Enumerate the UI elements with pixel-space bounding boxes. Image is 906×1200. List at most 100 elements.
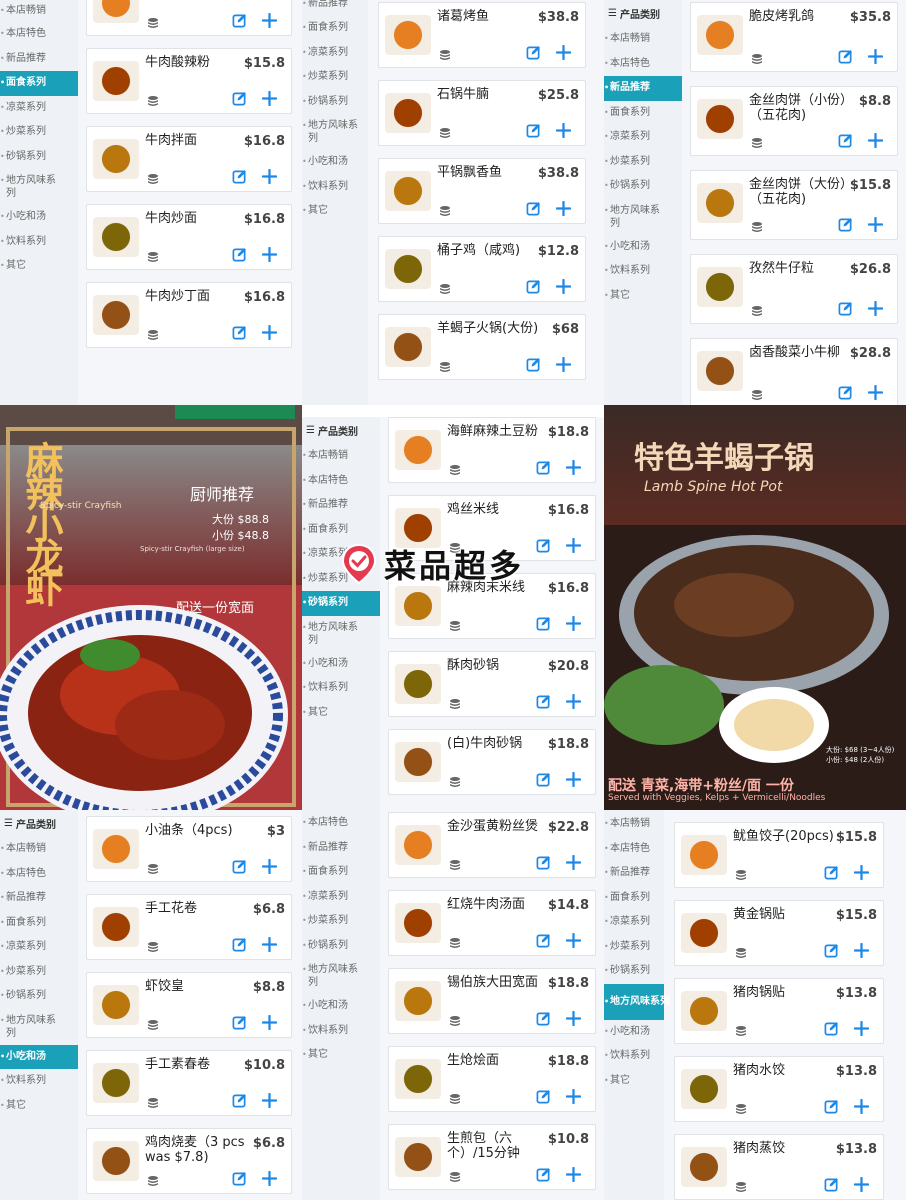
dish-card[interactable]: 牛肉炒面 $16.8 (86, 204, 292, 270)
dish-card[interactable]: 小油条（4pcs) $3 (86, 816, 292, 882)
category-item[interactable]: 饮料系列 (604, 259, 682, 284)
category-item[interactable]: 本店畅销 (302, 444, 380, 469)
edit-icon[interactable] (536, 1011, 551, 1026)
dish-card[interactable]: 猪肉锅贴 $13.8 (674, 978, 884, 1044)
edit-icon[interactable] (232, 325, 247, 340)
category-item[interactable]: 其它 (302, 701, 380, 726)
category-item[interactable]: 炒菜系列 (604, 150, 682, 175)
category-item[interactable]: 炒菜系列 (0, 120, 78, 145)
dish-card[interactable]: 手工花卷 $6.8 (86, 894, 292, 960)
dish-card[interactable]: 猪肉蒸饺 $13.8 (674, 1134, 884, 1200)
category-item[interactable]: 地方风味系列 (0, 1009, 64, 1045)
edit-icon[interactable] (232, 169, 247, 184)
category-item[interactable]: 其它 (0, 254, 78, 279)
dish-card[interactable]: 桶子鸡（咸鸡) $12.8 (378, 236, 586, 302)
category-item[interactable]: 地方风味系列 (302, 958, 366, 994)
category-item[interactable]: 面食系列 (604, 101, 682, 126)
dish-card[interactable]: 诸葛烤鱼 $38.8 (378, 2, 586, 68)
category-item[interactable]: 小吃和汤 (0, 205, 78, 230)
add-icon[interactable] (566, 855, 581, 870)
add-icon[interactable] (868, 385, 883, 400)
dish-card[interactable]: 红烧牛肉汤面 $14.8 (388, 890, 596, 956)
dish-card[interactable]: 虾饺皇 $8.8 (86, 972, 292, 1038)
category-item[interactable]: 炒菜系列 (302, 909, 380, 934)
category-item[interactable]: 面食系列 (302, 16, 368, 41)
edit-icon[interactable] (536, 460, 551, 475)
edit-icon[interactable] (526, 45, 541, 60)
dish-card[interactable]: (白)牛肉砂锅 $18.8 (388, 729, 596, 795)
add-icon[interactable] (556, 201, 571, 216)
edit-icon[interactable] (536, 694, 551, 709)
category-item[interactable]: 本店特色 (302, 811, 380, 836)
edit-icon[interactable] (536, 855, 551, 870)
dish-card[interactable]: 手工素春卷 $10.8 (86, 1050, 292, 1116)
category-item[interactable]: 砂锅系列 (0, 984, 78, 1009)
category-item[interactable]: 本店特色 (604, 52, 682, 77)
category-item[interactable]: 地方风味系列 (302, 114, 360, 150)
add-icon[interactable] (868, 49, 883, 64)
edit-icon[interactable] (824, 1177, 839, 1192)
category-item[interactable]: 其它 (604, 1069, 664, 1094)
dish-card[interactable]: 羊蝎子火锅(大份) $68 (378, 314, 586, 380)
category-item[interactable]: 新品推荐 (0, 47, 78, 72)
add-icon[interactable] (556, 279, 571, 294)
edit-icon[interactable] (232, 859, 247, 874)
add-icon[interactable] (868, 217, 883, 232)
category-item[interactable]: 饮料系列 (604, 1044, 664, 1069)
dish-card[interactable]: 脆皮烤乳鸽 $35.8 (690, 2, 898, 72)
category-item[interactable]: 砂锅系列 (302, 90, 368, 115)
category-item[interactable]: 小吃和汤 (302, 652, 380, 677)
category-item[interactable]: 小吃和汤 (302, 994, 380, 1019)
edit-icon[interactable] (536, 538, 551, 553)
dish-card[interactable]: 金丝肉饼（大份）（五花肉) $15.8 (690, 170, 898, 240)
edit-icon[interactable] (526, 201, 541, 216)
category-item-active[interactable]: 小吃和汤 (0, 1044, 78, 1069)
add-icon[interactable] (566, 772, 581, 787)
category-item[interactable]: 本店特色 (302, 469, 380, 494)
category-item[interactable]: 砂锅系列 (0, 145, 78, 170)
add-icon[interactable] (566, 616, 581, 631)
add-icon[interactable] (854, 865, 869, 880)
edit-icon[interactable] (232, 1093, 247, 1108)
dish-card[interactable]: 牛肉酸辣粉 $15.8 (86, 48, 292, 114)
category-item[interactable]: 凉菜系列 (302, 41, 368, 66)
category-item[interactable]: 本店畅销 (604, 27, 682, 52)
dish-card[interactable]: 酥肉砂锅 $20.8 (388, 651, 596, 717)
dish-card[interactable]: 生炝烩面 $18.8 (388, 1046, 596, 1112)
edit-icon[interactable] (838, 217, 853, 232)
category-item[interactable]: 砂锅系列 (604, 174, 682, 199)
edit-icon[interactable] (232, 1171, 247, 1186)
add-icon[interactable] (262, 859, 277, 874)
dish-card[interactable]: 红油牛肉面$15.8 (86, 0, 292, 36)
edit-icon[interactable] (536, 1089, 551, 1104)
edit-icon[interactable] (824, 1021, 839, 1036)
dish-card[interactable]: 鸡肉烧麦（3 pcs was $7.8) $6.8 (86, 1128, 292, 1194)
category-item[interactable]: 新品推荐 (302, 0, 368, 16)
category-item[interactable]: 凉菜系列 (0, 935, 78, 960)
edit-icon[interactable] (824, 943, 839, 958)
category-item[interactable]: 饮料系列 (302, 1019, 380, 1044)
category-item[interactable]: 凉菜系列 (302, 885, 380, 910)
category-item[interactable]: 砂锅系列 (302, 934, 380, 959)
dish-card[interactable]: 海鲜麻辣土豆粉 $18.8 (388, 417, 596, 483)
category-item[interactable]: 饮料系列 (0, 230, 78, 255)
dish-card[interactable]: 金沙蛋黄粉丝煲 $22.8 (388, 812, 596, 878)
add-icon[interactable] (566, 1089, 581, 1104)
category-item[interactable]: 炒菜系列 (302, 65, 368, 90)
category-item[interactable]: 饮料系列 (302, 175, 368, 200)
dish-card[interactable]: 石锅牛腩 $25.8 (378, 80, 586, 146)
category-item[interactable]: 饮料系列 (302, 676, 380, 701)
add-icon[interactable] (556, 357, 571, 372)
edit-icon[interactable] (526, 357, 541, 372)
add-icon[interactable] (854, 1099, 869, 1114)
edit-icon[interactable] (526, 123, 541, 138)
category-item[interactable]: 新品推荐 (302, 836, 380, 861)
add-icon[interactable] (854, 1177, 869, 1192)
add-icon[interactable] (262, 247, 277, 262)
category-item[interactable]: 本店特色 (0, 22, 78, 47)
category-item-active[interactable]: 地方风味系列 (604, 983, 670, 1020)
edit-icon[interactable] (232, 937, 247, 952)
edit-icon[interactable] (824, 1099, 839, 1114)
category-item[interactable]: 地方风味系列 (604, 199, 668, 235)
category-item[interactable]: 地方风味系列 (0, 169, 64, 205)
